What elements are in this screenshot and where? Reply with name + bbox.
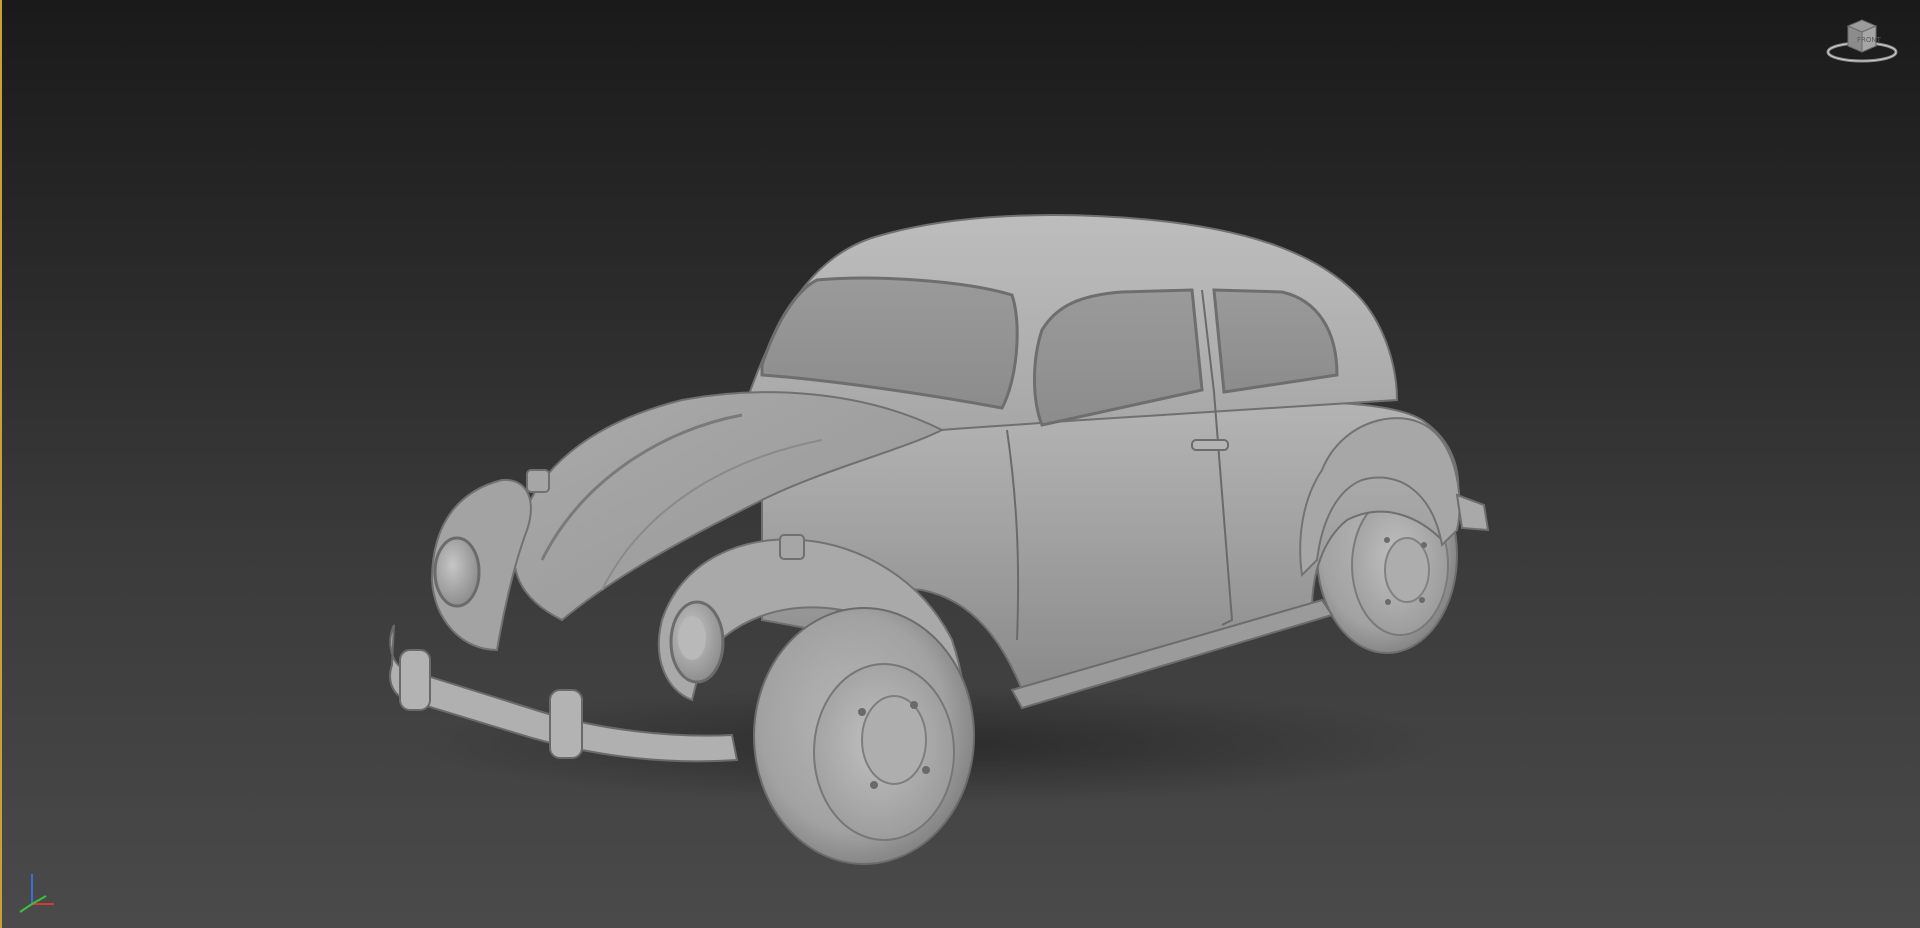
- xyz-axis-icon: [12, 868, 60, 916]
- front-wheel: [753, 607, 975, 865]
- car-model[interactable]: [2, 0, 1920, 928]
- perspective-viewport[interactable]: FRONT: [0, 0, 1920, 928]
- viewcube-icon[interactable]: FRONT: [1822, 12, 1902, 68]
- viewcube-face-label: FRONT: [1857, 36, 1882, 44]
